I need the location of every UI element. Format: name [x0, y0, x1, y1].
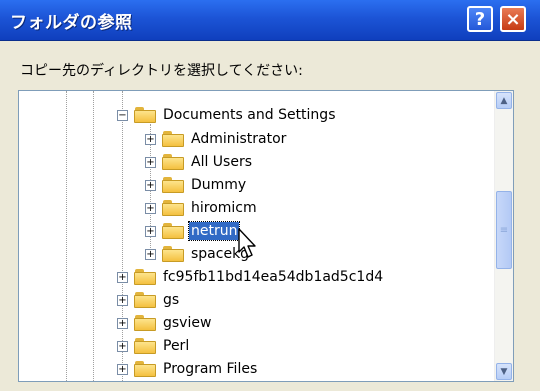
tree-guide-line — [66, 91, 67, 381]
folder-icon — [134, 269, 156, 285]
folder-icon — [134, 338, 156, 354]
scroll-up-icon: ▲ — [500, 95, 508, 106]
tree-item-label: hiromicm — [191, 200, 257, 216]
scroll-down-icon: ▼ — [500, 366, 508, 377]
close-button[interactable]: × — [500, 6, 526, 32]
mouse-cursor-icon — [238, 228, 256, 258]
folder-icon — [162, 200, 184, 216]
folder-browse-dialog: フォルダの参照 ? × コピー先のディレクトリを選択してください: − Docu… — [0, 0, 540, 391]
close-icon: × — [505, 8, 521, 30]
folder-icon — [134, 361, 156, 377]
tree-item-spacekg[interactable]: + spacekg — [145, 242, 251, 266]
tree-item-label: Program Files — [163, 361, 258, 377]
tree-item-label-selected: netrun — [187, 221, 241, 241]
collapse-icon[interactable]: − — [117, 109, 128, 121]
folder-tree[interactable]: − Documents and Settings + Administrator… — [18, 90, 514, 382]
folder-icon — [134, 315, 156, 331]
tree-item-label: gs — [163, 292, 180, 308]
folder-icon — [162, 131, 184, 147]
scroll-down-button[interactable]: ▼ — [496, 363, 512, 380]
scroll-thumb[interactable]: ≡ — [496, 191, 512, 269]
help-icon: ? — [474, 8, 486, 30]
folder-icon — [162, 223, 184, 239]
tree-item-label: Perl — [163, 338, 190, 354]
expand-icon[interactable]: + — [117, 317, 128, 329]
expand-icon[interactable]: + — [117, 294, 128, 306]
tree-item-administrator[interactable]: + Administrator — [145, 127, 288, 151]
folder-open-icon — [134, 107, 156, 123]
expand-icon[interactable]: + — [145, 156, 156, 168]
expand-icon[interactable]: + — [145, 202, 156, 214]
tree-item-label: fc95fb11bd14ea54db1ad5c1d4 — [163, 269, 384, 285]
expand-icon[interactable]: + — [117, 340, 128, 352]
title-bar[interactable]: フォルダの参照 ? × — [0, 0, 540, 41]
tree-item-gs[interactable]: + gs — [117, 288, 181, 312]
tree-item-all-users[interactable]: + All Users — [145, 150, 254, 174]
instruction-label: コピー先のディレクトリを選択してください: — [20, 63, 303, 79]
tree-item-dummy[interactable]: + Dummy — [145, 173, 248, 197]
tree-item-documents-and-settings[interactable]: − Documents and Settings — [117, 103, 337, 127]
tree-item-program-files[interactable]: + Program Files — [117, 357, 259, 381]
tree-guide-line — [93, 91, 94, 381]
grip-icon: ≡ — [499, 224, 509, 236]
tree-item-fc95fb11[interactable]: + fc95fb11bd14ea54db1ad5c1d4 — [117, 265, 385, 289]
folder-icon — [162, 246, 184, 262]
expand-icon[interactable]: + — [117, 363, 128, 375]
scroll-up-button[interactable]: ▲ — [496, 92, 512, 109]
tree-item-label: All Users — [191, 154, 253, 170]
expand-icon[interactable]: + — [145, 225, 156, 237]
tree-item-perl[interactable]: + Perl — [117, 334, 191, 358]
folder-icon — [134, 292, 156, 308]
window-title: フォルダの参照 — [10, 13, 133, 33]
expand-icon[interactable]: + — [117, 271, 128, 283]
folder-icon — [162, 154, 184, 170]
folder-icon — [162, 177, 184, 193]
vertical-scrollbar[interactable]: ▲ ≡ ▼ — [494, 91, 513, 381]
expand-icon[interactable]: + — [145, 179, 156, 191]
expand-icon[interactable]: + — [145, 133, 156, 145]
tree-item-label: gsview — [163, 315, 212, 331]
expand-icon[interactable]: + — [145, 248, 156, 260]
help-button[interactable]: ? — [467, 6, 493, 32]
tree-item-label: Dummy — [191, 177, 247, 193]
tree-item-netrun[interactable]: + netrun — [145, 219, 241, 243]
tree-item-label: Administrator — [191, 131, 287, 147]
tree-item-label: Documents and Settings — [163, 107, 336, 123]
tree-item-hiromicm[interactable]: + hiromicm — [145, 196, 259, 220]
tree-item-gsview[interactable]: + gsview — [117, 311, 213, 335]
